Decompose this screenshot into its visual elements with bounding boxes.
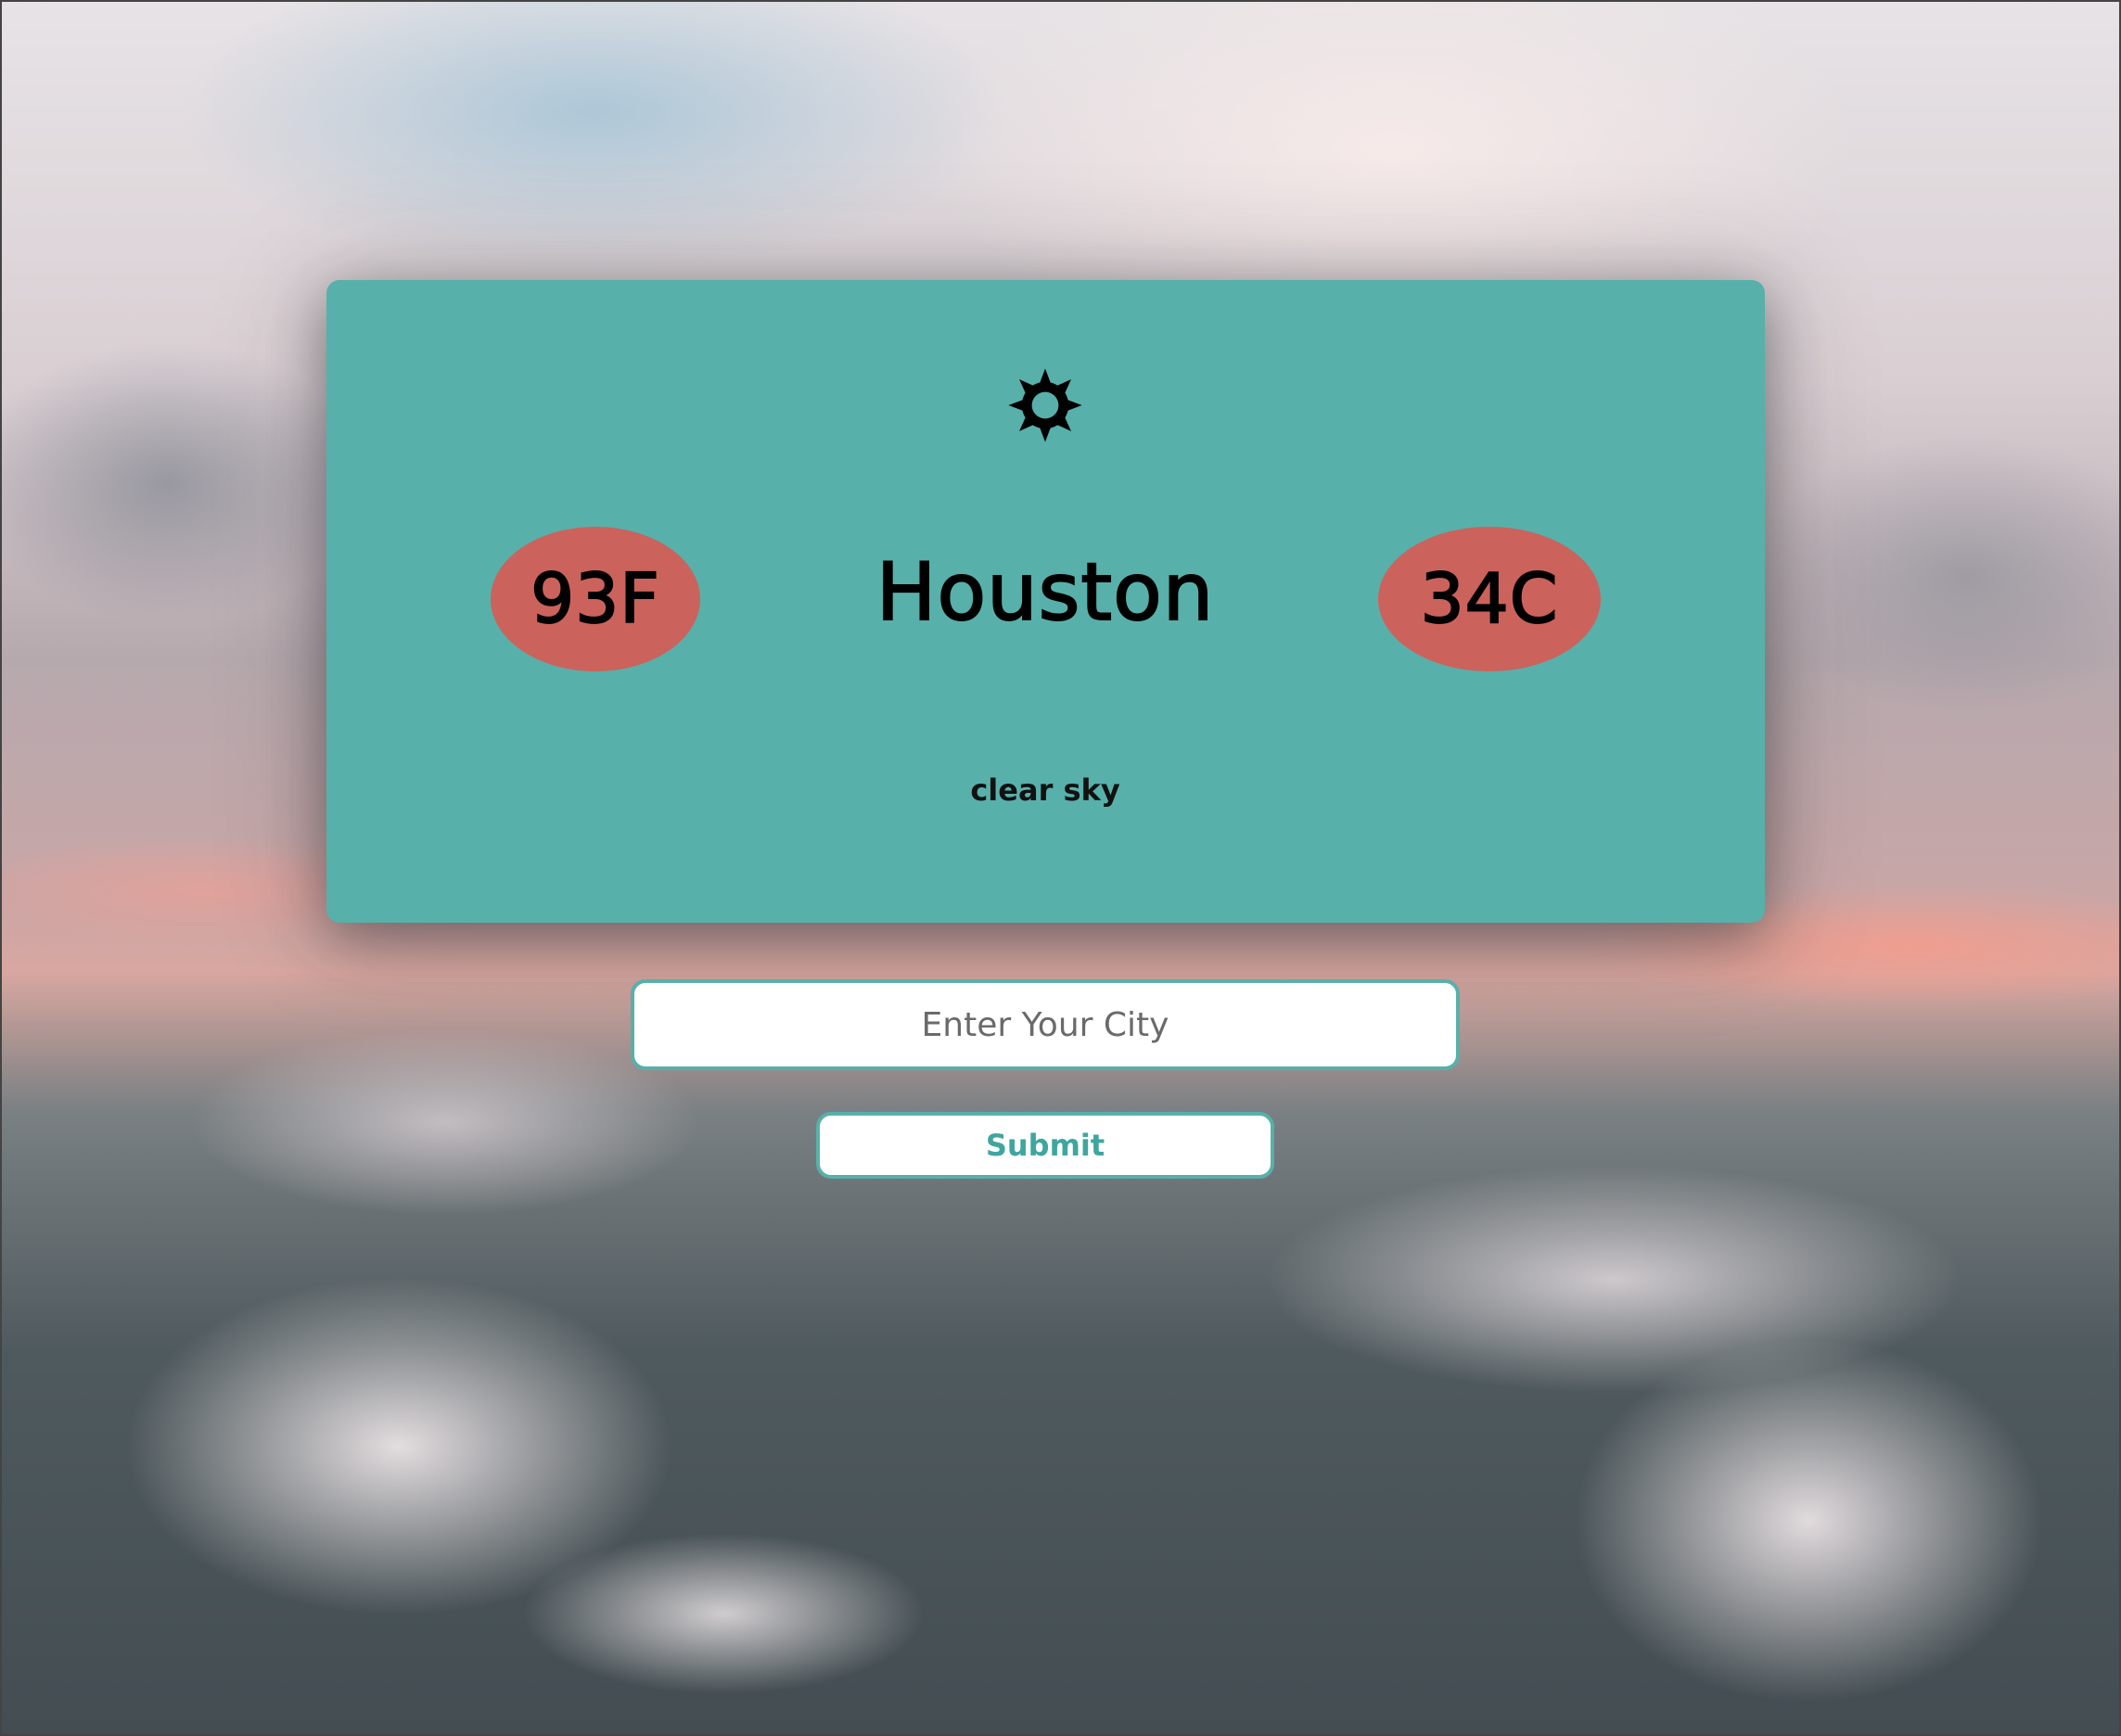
city-name: Houston [875, 545, 1215, 640]
sun-icon [1008, 368, 1082, 442]
submit-button[interactable]: Submit [816, 1112, 1274, 1179]
city-input[interactable] [631, 979, 1460, 1070]
temperature-fahrenheit-badge: 93F [491, 527, 700, 671]
temperature-celsius-badge: 34C [1378, 527, 1601, 671]
weather-description: clear sky [970, 772, 1120, 808]
